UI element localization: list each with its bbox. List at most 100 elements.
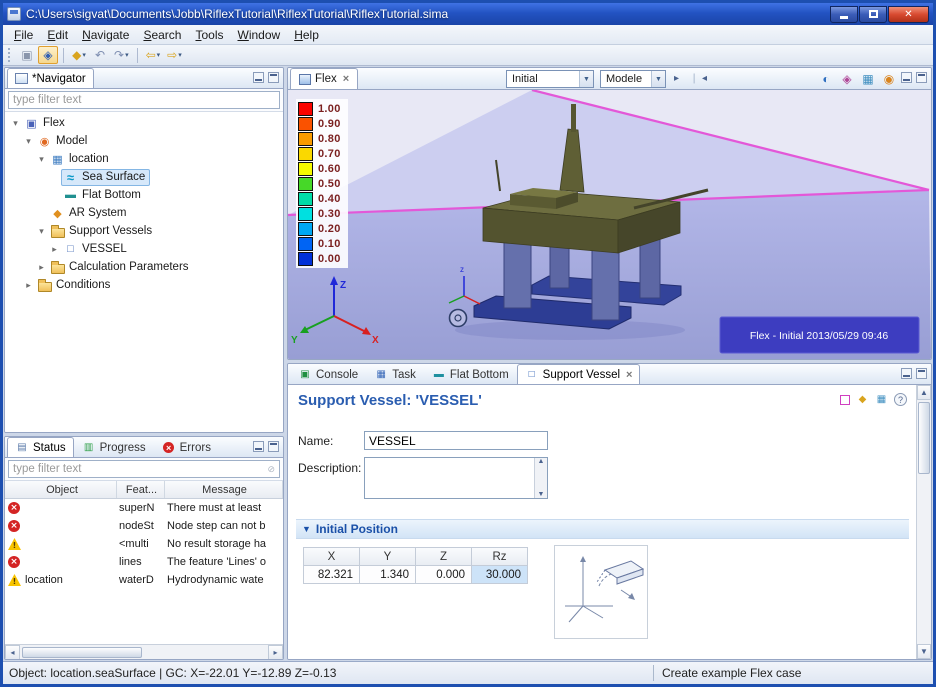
dropdown-arrow-icon[interactable]: ▾ bbox=[157, 51, 161, 59]
toolbar-grip[interactable] bbox=[8, 48, 12, 62]
dropdown-arrow-icon[interactable]: ▾ bbox=[178, 51, 182, 59]
scroll-up-icon[interactable]: ▲ bbox=[917, 385, 931, 400]
description-field[interactable] bbox=[365, 458, 547, 498]
initial-position-section-header[interactable]: ▼ Initial Position bbox=[296, 519, 909, 539]
perspective-icon[interactable]: ◈ bbox=[38, 46, 58, 64]
maximize-panel-icon[interactable] bbox=[268, 441, 279, 452]
state-combo[interactable]: Initial ▼ bbox=[506, 70, 594, 88]
problem-row[interactable]: !locationwaterDHydrodynamic wate bbox=[5, 571, 283, 589]
problems-hscrollbar[interactable]: ◂ ▸ bbox=[5, 644, 283, 659]
position-value-cell[interactable]: 30.000 bbox=[471, 565, 528, 584]
position-column-rz[interactable]: Rz bbox=[471, 547, 528, 566]
expander-icon[interactable]: ▸ bbox=[48, 244, 61, 255]
forward-icon[interactable]: ⇨▾ bbox=[164, 46, 185, 64]
tab-progress[interactable]: Progress bbox=[74, 437, 154, 457]
scroll-left-icon[interactable]: ◂ bbox=[5, 645, 20, 660]
position-column-z[interactable]: Z bbox=[415, 547, 472, 566]
compass-icon[interactable] bbox=[450, 310, 467, 327]
position-column-y[interactable]: Y bbox=[359, 547, 416, 566]
3d-scene[interactable]: Z X Y z bbox=[288, 90, 931, 359]
close-tab-icon[interactable]: × bbox=[626, 369, 632, 381]
position-value-cell[interactable]: 1.340 bbox=[359, 565, 416, 584]
maximize-panel-icon[interactable] bbox=[268, 72, 279, 83]
tab-status[interactable]: Status bbox=[7, 437, 74, 457]
close-tab-icon[interactable]: × bbox=[343, 73, 349, 85]
tab-flex-view[interactable]: Flex × bbox=[290, 68, 358, 89]
tree-item-flat-bottom[interactable]: Flat Bottom bbox=[5, 186, 283, 204]
toolbar-overflow-icon[interactable]: ▸ bbox=[674, 73, 679, 84]
menu-file[interactable]: File bbox=[7, 26, 40, 44]
chevron-down-icon[interactable]: ▼ bbox=[651, 71, 665, 87]
open-table-icon[interactable]: ▦ bbox=[875, 393, 888, 406]
problem-row[interactable]: ×nodeStNode step can not b bbox=[5, 517, 283, 535]
scrollbar-thumb[interactable] bbox=[22, 647, 142, 658]
tab-flat-bottom[interactable]: Flat Bottom bbox=[424, 364, 517, 384]
tree-item-flex[interactable]: ▾Flex bbox=[5, 114, 283, 132]
3d-viewport[interactable]: Z X Y z bbox=[288, 90, 931, 359]
minimize-panel-icon[interactable] bbox=[253, 72, 264, 83]
status-filter-input[interactable] bbox=[8, 460, 280, 478]
tab-navigator[interactable]: *Navigator bbox=[7, 68, 94, 88]
help-icon[interactable]: ? bbox=[894, 393, 907, 406]
column-header-feat[interactable]: Feat... bbox=[117, 481, 165, 498]
save-icon[interactable]: ▣ bbox=[17, 46, 37, 64]
undo-icon[interactable]: ↶ bbox=[90, 46, 110, 64]
minimize-panel-icon[interactable] bbox=[901, 368, 912, 379]
dropdown-arrow-icon[interactable]: ▾ bbox=[82, 51, 86, 59]
expander-icon[interactable]: ▸ bbox=[35, 262, 48, 273]
expander-icon[interactable]: ▾ bbox=[22, 136, 35, 147]
tree-item-location[interactable]: ▾location bbox=[5, 150, 283, 168]
position-value-cell[interactable]: 82.321 bbox=[303, 565, 360, 584]
close-window-button[interactable]: ✕ bbox=[888, 6, 929, 23]
menu-tools[interactable]: Tools bbox=[188, 26, 230, 44]
dropdown-arrow-icon[interactable]: ▾ bbox=[125, 51, 129, 59]
view-mode-combo[interactable]: Modele ▼ bbox=[600, 70, 666, 88]
menu-window[interactable]: Window bbox=[231, 26, 288, 44]
tree-item-ar-system[interactable]: AR System bbox=[5, 204, 283, 222]
tree-item-calculation-parameters[interactable]: ▸Calculation Parameters bbox=[5, 258, 283, 276]
position-value-cell[interactable]: 0.000 bbox=[415, 565, 472, 584]
tree-item-model[interactable]: ▾Model bbox=[5, 132, 283, 150]
minimize-window-button[interactable] bbox=[830, 6, 858, 23]
expander-icon[interactable]: ▾ bbox=[35, 226, 48, 237]
chevron-down-icon[interactable]: ▼ bbox=[579, 71, 593, 87]
pin-editor-icon[interactable] bbox=[840, 395, 850, 405]
column-header-msg[interactable]: Message bbox=[165, 481, 283, 498]
redo-icon[interactable]: ↷▾ bbox=[111, 46, 132, 64]
menu-navigate[interactable]: Navigate bbox=[75, 26, 136, 44]
clear-filter-icon[interactable]: ⊘ bbox=[267, 464, 275, 475]
tab-errors[interactable]: Errors bbox=[154, 437, 219, 457]
scroll-left-icon[interactable]: ◂ bbox=[702, 73, 707, 84]
scroll-down-icon[interactable]: ▼ bbox=[917, 644, 931, 659]
maximize-panel-icon[interactable] bbox=[916, 72, 927, 83]
bookmark-icon[interactable]: ◆ bbox=[856, 393, 869, 406]
problem-row[interactable]: ×superNThere must at least bbox=[5, 499, 283, 517]
expander-icon[interactable]: ▾ bbox=[35, 154, 48, 165]
camera-icon[interactable]: ◉ bbox=[881, 71, 897, 87]
scroll-down-icon[interactable]: ▼ bbox=[538, 491, 545, 498]
column-header-obj[interactable]: Object bbox=[5, 481, 117, 498]
menu-help[interactable]: Help bbox=[287, 26, 326, 44]
paint-icon[interactable]: ◈ bbox=[839, 71, 855, 87]
minimize-panel-icon[interactable] bbox=[901, 72, 912, 83]
tab-task[interactable]: Task bbox=[366, 364, 424, 384]
description-scrollbar[interactable]: ▲▼ bbox=[534, 458, 547, 498]
problem-row[interactable]: ×linesThe feature 'Lines' o bbox=[5, 553, 283, 571]
position-column-x[interactable]: X bbox=[303, 547, 360, 566]
titlebar[interactable]: C:\Users\sigvat\Documents\Jobb\RiflexTut… bbox=[3, 3, 933, 25]
menu-edit[interactable]: Edit bbox=[40, 26, 75, 44]
expander-icon[interactable]: ▸ bbox=[22, 280, 35, 291]
properties-scrollbar[interactable]: ▲ ▼ bbox=[916, 385, 931, 659]
maximize-window-button[interactable] bbox=[859, 6, 887, 23]
name-field[interactable] bbox=[364, 431, 548, 450]
scroll-right-icon[interactable]: ▸ bbox=[268, 645, 283, 660]
menu-search[interactable]: Search bbox=[136, 26, 188, 44]
expander-icon[interactable]: ▾ bbox=[9, 118, 22, 129]
problem-row[interactable]: !<multiNo result storage ha bbox=[5, 535, 283, 553]
back-icon[interactable]: ⇦▾ bbox=[143, 46, 164, 64]
tree-item-conditions[interactable]: ▸Conditions bbox=[5, 276, 283, 294]
confirm-icon[interactable]: ◆▾ bbox=[69, 46, 89, 64]
tree-item-vessel[interactable]: ▸VESSEL bbox=[5, 240, 283, 258]
grid-icon[interactable]: ▦ bbox=[860, 71, 876, 87]
tree-item-sea-surface[interactable]: Sea Surface bbox=[5, 168, 283, 186]
